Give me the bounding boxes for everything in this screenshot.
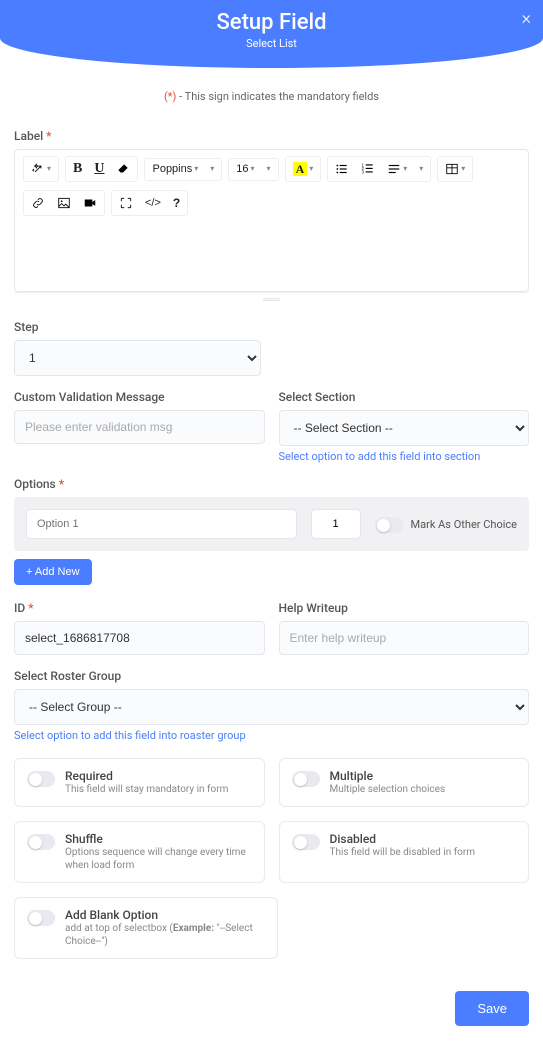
mark-other-toggle[interactable] <box>375 517 403 533</box>
blank-option-desc: add at top of selectbox (Example: "--Sel… <box>65 922 265 948</box>
label-field-label: Label * <box>14 129 529 143</box>
mandatory-hint: (*) - This sign indicates the mandatory … <box>14 68 529 129</box>
step-select[interactable]: 1 <box>14 340 261 376</box>
help-writeup-label: Help Writeup <box>279 601 530 615</box>
editor-resize-handle[interactable]: ═══ <box>14 292 529 306</box>
disabled-title: Disabled <box>330 832 517 846</box>
mark-other-label: Mark As Other Choice <box>411 518 517 531</box>
ordered-list-icon[interactable]: 123 <box>355 158 381 180</box>
select-section-dropdown[interactable]: -- Select Section -- <box>279 410 530 446</box>
disabled-toggle[interactable] <box>292 834 320 850</box>
roster-select[interactable]: -- Select Group -- <box>14 689 529 725</box>
custom-validation-input[interactable] <box>14 410 265 444</box>
disabled-desc: This field will be disabled in form <box>330 846 517 859</box>
multiple-toggle[interactable] <box>292 771 320 787</box>
add-new-button[interactable]: + Add New <box>14 559 92 585</box>
font-family-more[interactable]: ▾ <box>204 161 220 177</box>
video-icon[interactable] <box>77 192 103 214</box>
roster-label: Select Roster Group <box>14 669 529 683</box>
unordered-list-icon[interactable] <box>329 158 355 180</box>
blank-option-card: Add Blank Option add at top of selectbox… <box>14 897 278 959</box>
close-icon[interactable]: × <box>522 8 531 29</box>
custom-validation-label: Custom Validation Message <box>14 390 265 404</box>
option-order-input[interactable] <box>311 509 361 539</box>
magic-icon[interactable]: ▾ <box>25 158 57 180</box>
options-label: Options * <box>14 477 529 491</box>
shuffle-card: Shuffle Options sequence will change eve… <box>14 821 265 883</box>
select-section-label: Select Section <box>279 390 530 404</box>
step-label: Step <box>14 320 529 334</box>
select-section-help: Select option to add this field into sec… <box>279 450 530 463</box>
help-writeup-input[interactable] <box>279 621 530 655</box>
required-toggle[interactable] <box>27 771 55 787</box>
shuffle-toggle[interactable] <box>27 834 55 850</box>
underline-button[interactable]: U <box>88 158 110 180</box>
disabled-card: Disabled This field will be disabled in … <box>279 821 530 883</box>
paragraph-icon[interactable]: ▾ <box>381 158 413 180</box>
modal-header: Setup Field Select List × <box>0 0 543 68</box>
highlight-button[interactable]: A ▾ <box>287 158 320 180</box>
font-family-select[interactable]: Poppins ▾ <box>146 160 204 179</box>
shuffle-title: Shuffle <box>65 832 252 846</box>
rich-text-toolbar: ▾ B U Poppins ▾ ▾ 16 ▾ ▾ A ▾ 123 ▾ <box>14 149 529 222</box>
paragraph-more[interactable]: ▾ <box>413 161 429 177</box>
image-icon[interactable] <box>51 192 77 214</box>
svg-text:3: 3 <box>362 170 365 175</box>
multiple-card: Multiple Multiple selection choices <box>279 758 530 807</box>
font-size-select[interactable]: 16 ▾ <box>230 160 260 179</box>
shuffle-desc: Options sequence will change every time … <box>65 846 252 872</box>
link-icon[interactable] <box>25 192 51 214</box>
blank-option-title: Add Blank Option <box>65 908 265 922</box>
multiple-title: Multiple <box>330 769 517 783</box>
save-button[interactable]: Save <box>455 991 529 1026</box>
table-icon[interactable]: ▾ <box>439 158 471 180</box>
id-label: ID * <box>14 601 265 615</box>
fullscreen-icon[interactable] <box>113 192 139 214</box>
code-view-icon[interactable]: </> <box>139 194 167 213</box>
option-row: Mark As Other Choice <box>14 497 529 551</box>
modal-subtitle: Select List <box>0 37 543 50</box>
required-title: Required <box>65 769 252 783</box>
help-icon[interactable]: ? <box>167 193 186 213</box>
label-editor[interactable] <box>14 222 529 292</box>
required-card: Required This field will stay mandatory … <box>14 758 265 807</box>
roster-help: Select option to add this field into roa… <box>14 729 529 742</box>
font-size-more[interactable]: ▾ <box>261 161 277 177</box>
required-desc: This field will stay mandatory in form <box>65 783 252 796</box>
bold-button[interactable]: B <box>67 158 88 180</box>
modal-title: Setup Field <box>0 10 543 35</box>
id-input[interactable] <box>14 621 265 655</box>
blank-option-toggle[interactable] <box>27 910 55 926</box>
option-name-input[interactable] <box>26 509 297 539</box>
eraser-icon[interactable] <box>110 158 136 180</box>
multiple-desc: Multiple selection choices <box>330 783 517 796</box>
